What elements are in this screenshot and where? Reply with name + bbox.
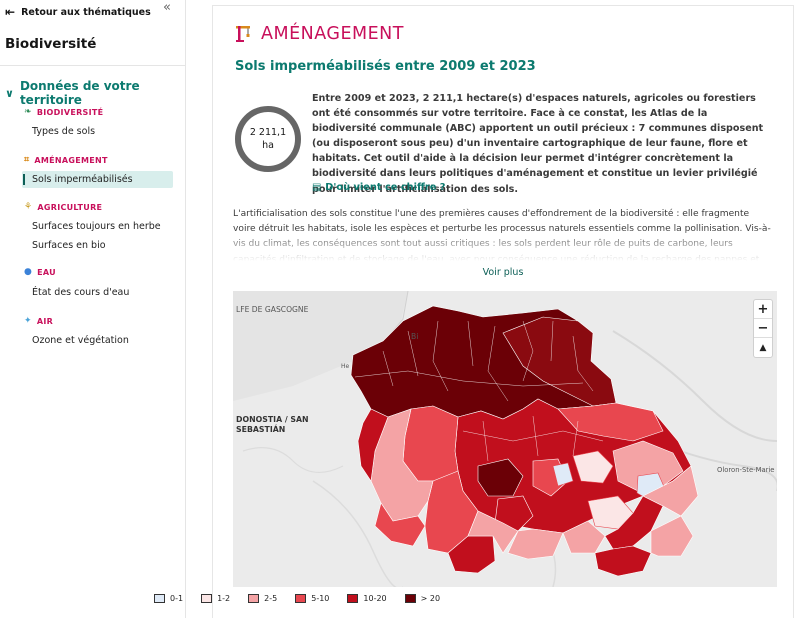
collapse-left-icon: ⇤ (5, 5, 16, 19)
legend-label: 1-2 (217, 594, 231, 603)
sidebar-item-ozone[interactable]: Ozone et végétation (22, 332, 173, 349)
theme-header: AMÉNAGEMENT (235, 24, 404, 44)
category-label: AGRICULTURE (37, 202, 103, 212)
map-label-bi: Bi (411, 332, 419, 341)
legend-swatch (248, 594, 260, 603)
legend-item: 1-2 (201, 594, 230, 603)
stat-ring: 2 211,1 ha (235, 106, 301, 172)
legend-item: 5-10 (295, 594, 329, 603)
map-legend: 0-1 1-2 2-5 5-10 10-20 > 20 (154, 594, 440, 603)
back-to-themes-link[interactable]: ⇤ Retour aux thématiques (5, 5, 151, 19)
indicator-title: Sols imperméabilisés entre 2009 et 2023 (235, 59, 536, 74)
document-icon: ▤ (312, 182, 322, 193)
legend-label: > 20 (420, 594, 441, 603)
section-label: Données de votre territoire (19, 79, 140, 107)
legend-swatch (201, 594, 213, 603)
zoom-in-button[interactable]: + (754, 300, 772, 319)
leaf-icon: ❧ (24, 107, 32, 117)
divider (0, 65, 185, 66)
water-drop-icon: ● (24, 267, 33, 277)
stat-value: 2 211,1 (249, 127, 287, 138)
source-link-label: D'où vient ce chiffre ? (325, 182, 446, 193)
map-canvas (233, 291, 777, 587)
section-toggle[interactable]: ∨ Données de votre territoire (5, 79, 185, 107)
category-amenagement: ⌗ AMÉNAGEMENT (24, 155, 108, 165)
legend-swatch (404, 594, 416, 603)
zoom-out-button[interactable]: − (754, 319, 772, 338)
text-fade (233, 228, 773, 264)
legend-label: 10-20 (363, 594, 387, 603)
legend-item: > 20 (404, 594, 441, 603)
theme-title: AMÉNAGEMENT (261, 24, 404, 44)
category-label: AMÉNAGEMENT (34, 155, 108, 165)
chevron-down-icon: ∨ (5, 86, 14, 100)
sidebar-title: Biodiversité (5, 36, 97, 52)
compass-button[interactable]: ▲ (754, 338, 772, 357)
see-more-button[interactable]: Voir plus (213, 267, 793, 278)
legend-label: 5-10 (311, 594, 330, 603)
map-zoom-controls: + − ▲ (753, 299, 773, 358)
legend-swatch (154, 594, 165, 603)
category-biodiversite: ❧ BIODIVERSITÉ (24, 107, 103, 117)
sparkle-icon: ✦ (24, 316, 32, 326)
legend-label: 2-5 (264, 594, 278, 603)
stat-unit: ha (262, 140, 274, 151)
category-label: AIR (36, 316, 54, 326)
summary-text: Entre 2009 et 2023, 2 211,1 hectare(s) d… (312, 93, 764, 195)
category-air: ✦ AIR (24, 316, 53, 326)
sidebar-item-sols-impermeabilises[interactable]: Sols imperméabilisés (22, 171, 173, 188)
legend-swatch (295, 594, 307, 603)
map-label-oloron: Oloron-Ste-Marie (717, 466, 775, 474)
legend-item: 2-5 (248, 594, 277, 603)
category-label: EAU (37, 267, 56, 277)
source-link[interactable]: ▤ D'où vient ce chiffre ? (312, 182, 445, 193)
sidebar: ⇤ Retour aux thématiques « Biodiversité … (0, 0, 186, 618)
sidebar-item-cours-eau[interactable]: État des cours d'eau (22, 284, 173, 301)
category-label: BIODIVERSITÉ (36, 107, 104, 117)
crane-icon: ⌗ (24, 155, 30, 165)
collapse-sidebar-icon[interactable]: « (163, 0, 171, 15)
map-label-he: He (341, 363, 350, 370)
legend-swatch (347, 594, 359, 603)
wheat-icon: ⚘ (24, 202, 33, 212)
legend-item: 10-20 (347, 594, 387, 603)
back-label: Retour aux thématiques (21, 6, 151, 18)
category-eau: ● EAU (24, 267, 56, 277)
category-agriculture: ⚘ AGRICULTURE (24, 202, 102, 212)
sidebar-item-types-de-sols[interactable]: Types de sols (22, 123, 173, 140)
sidebar-item-surfaces-herbe[interactable]: Surfaces toujours en herbe (22, 218, 173, 235)
choropleth-map[interactable]: LFE DE GASCOGNE Bi He DONOSTIA / SAN SEB… (233, 291, 777, 587)
legend-label: 0-1 (170, 594, 184, 603)
legend-item: 0-1 (154, 594, 183, 603)
map-label-gulf: LFE DE GASCOGNE (236, 305, 309, 314)
indicator-card: AMÉNAGEMENT Sols imperméabilisés entre 2… (212, 5, 794, 618)
map-label-donostia: DONOSTIA / SAN SEBASTIÁN (236, 415, 309, 434)
sidebar-item-surfaces-bio[interactable]: Surfaces en bio (22, 237, 173, 254)
crane-icon (236, 26, 250, 42)
